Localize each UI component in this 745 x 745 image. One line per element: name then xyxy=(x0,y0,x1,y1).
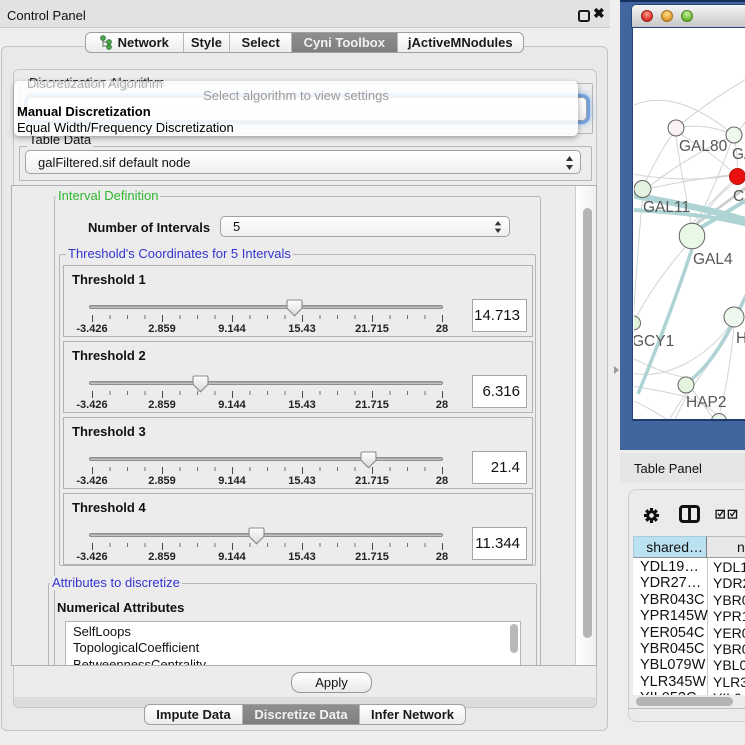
svg-text:CY: CY xyxy=(733,188,745,205)
svg-text:H: H xyxy=(736,330,745,347)
svg-text:GAL4: GAL4 xyxy=(693,251,733,268)
svg-text:GCY1: GCY1 xyxy=(634,333,674,350)
svg-text:GA: GA xyxy=(732,146,745,163)
svg-text:HAP2: HAP2 xyxy=(686,394,727,411)
svg-text:GAL11: GAL11 xyxy=(643,199,690,216)
svg-text:GAL80: GAL80 xyxy=(679,138,728,155)
